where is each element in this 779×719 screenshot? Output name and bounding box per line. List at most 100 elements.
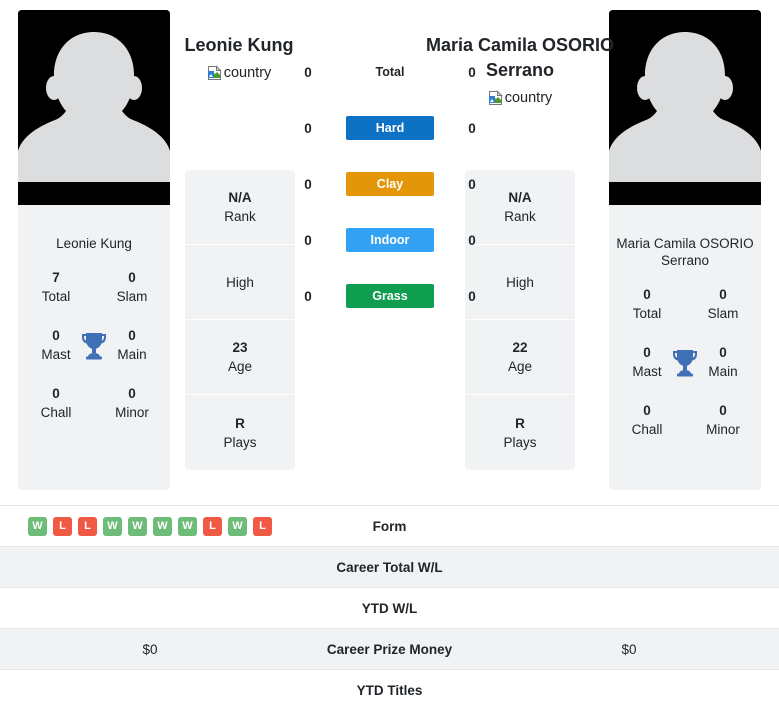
info-label: Plays xyxy=(223,434,257,450)
form-badge-win: W xyxy=(28,516,47,536)
titles-value: 0 xyxy=(719,403,727,418)
titles-label: Slam xyxy=(707,306,739,321)
surface-badge-grass: Grass xyxy=(346,284,434,308)
form-badge-win: W xyxy=(103,516,122,536)
titles-label: Chall xyxy=(631,422,663,437)
info-label: High xyxy=(506,274,534,290)
player-left-titles-grid: 7 Total 0 Slam 0 Mast 0 Main 0 Chall 0 M… xyxy=(18,268,170,422)
titles-label: Total xyxy=(632,306,662,321)
titles-cell: 0 Chall xyxy=(609,401,685,439)
player-left-avatar-name: Leonie Kung xyxy=(56,236,132,251)
info-label: Plays xyxy=(503,434,537,450)
titles-value: 7 xyxy=(52,270,60,285)
info-row-high: High xyxy=(185,245,295,320)
player-right-avatar xyxy=(609,10,761,222)
career-prize-money-right: $0 xyxy=(621,641,637,657)
surface-badge-clay: Clay xyxy=(346,172,434,196)
info-row-age: 22 Age xyxy=(465,320,575,395)
surface-row-grass: 0 Grass 0 xyxy=(295,284,485,308)
surface-left-value: 0 xyxy=(304,120,312,136)
surface-row-total: 0 Total 0 xyxy=(295,60,485,84)
player-right-titles-grid: 0 Total 0 Slam 0 Mast 0 Main 0 Chall 0 M… xyxy=(609,285,761,439)
surface-row-clay: 0 Clay 0 xyxy=(295,172,485,196)
info-label: Age xyxy=(227,359,253,374)
player-right-card: Maria Camila OSORIO Serrano 0 Total 0 Sl… xyxy=(609,10,761,490)
titles-label: Minor xyxy=(115,405,149,420)
titles-cell: 0 Chall xyxy=(18,384,94,422)
form-badge-win: W xyxy=(178,516,197,536)
info-row-plays: R Plays xyxy=(185,395,295,470)
form-badge-win: W xyxy=(128,516,147,536)
table-row-ytd-titles: YTD Titles xyxy=(0,669,779,710)
titles-value: 0 xyxy=(128,386,136,401)
surface-breakdown: 0 Total 0 0 Hard 0 0 Clay 0 0 Indoor 0 0… xyxy=(295,60,485,308)
form-badge-win: W xyxy=(153,516,172,536)
form-badge-loss: L xyxy=(78,516,97,536)
player-left-info-panel: N/A Rank High 23 Age R Plays xyxy=(185,170,295,470)
titles-value: 0 xyxy=(643,287,651,302)
table-row-career-prize-money: $0 Career Prize Money $0 xyxy=(0,628,779,669)
broken-image-icon xyxy=(207,65,223,81)
row-label: YTD Titles xyxy=(356,682,423,698)
titles-label: Chall xyxy=(40,405,72,420)
surface-left-value: 0 xyxy=(304,176,312,192)
trophy-icon xyxy=(672,347,698,377)
info-value: N/A xyxy=(228,190,252,205)
surface-row-indoor: 0 Indoor 0 xyxy=(295,228,485,252)
trophy-icon xyxy=(81,330,107,360)
row-label: YTD W/L xyxy=(361,600,418,616)
info-label: Age xyxy=(507,359,533,374)
info-label: Rank xyxy=(504,209,536,224)
surface-right-value: 0 xyxy=(468,288,476,304)
form-badge-loss: L xyxy=(203,516,222,536)
surface-badge-hard: Hard xyxy=(346,116,434,140)
player-left-flag-alt: country xyxy=(223,65,272,81)
row-label: Career Total W/L xyxy=(336,559,443,575)
player-left-name: Leonie Kung xyxy=(184,35,294,55)
info-value: 23 xyxy=(232,340,248,355)
surface-badge-indoor: Indoor xyxy=(346,228,434,252)
row-label: Form xyxy=(372,518,407,534)
surface-badge-total: Total xyxy=(375,65,405,79)
form-badge-win: W xyxy=(228,516,247,536)
info-value: N/A xyxy=(508,190,532,205)
player-right-avatar-name: Maria Camila OSORIO Serrano xyxy=(616,236,754,268)
titles-label: Slam xyxy=(116,289,148,304)
form-badge-loss: L xyxy=(53,516,72,536)
titles-cell: 0 Slam xyxy=(94,268,170,306)
surface-right-value: 0 xyxy=(468,64,476,80)
surface-left-value: 0 xyxy=(304,64,312,80)
broken-image-icon xyxy=(488,90,504,106)
titles-value: 0 xyxy=(719,287,727,302)
player-left-card: Leonie Kung 7 Total 0 Slam 0 Mast 0 Main… xyxy=(18,10,170,490)
info-value: R xyxy=(235,415,245,431)
info-label: Rank xyxy=(224,209,256,224)
titles-label: Minor xyxy=(706,422,740,437)
info-row-plays: R Plays xyxy=(465,395,575,470)
titles-cell: 0 Total xyxy=(609,285,685,323)
surface-row-hard: 0 Hard 0 xyxy=(295,116,485,140)
table-row-form: WLLWWWWLWL Form xyxy=(0,505,779,546)
surface-left-value: 0 xyxy=(304,288,312,304)
comparison-table: WLLWWWWLWL Form Career Total W/L YTD W/L… xyxy=(0,505,779,710)
titles-cell: 0 Slam xyxy=(685,285,761,323)
info-value: R xyxy=(515,415,525,431)
surface-left-value: 0 xyxy=(304,232,312,248)
player-comparison-header: Leonie Kung 7 Total 0 Slam 0 Mast 0 Main… xyxy=(0,0,779,497)
titles-cell: 0 Minor xyxy=(94,384,170,422)
titles-label: Total xyxy=(41,289,71,304)
surface-right-value: 0 xyxy=(468,176,476,192)
table-row-career-total-wl: Career Total W/L xyxy=(0,546,779,587)
form-badge-loss: L xyxy=(253,516,272,536)
form-badge-list: WLLWWWWLWL xyxy=(0,516,300,536)
info-row-rank: N/A Rank xyxy=(185,170,295,245)
row-label: Career Prize Money xyxy=(326,641,453,657)
titles-cell: 0 Minor xyxy=(685,401,761,439)
table-row-ytd-wl: YTD W/L xyxy=(0,587,779,628)
player-right-flag-alt: country xyxy=(504,90,553,106)
career-prize-money-left: $0 xyxy=(142,641,158,657)
surface-right-value: 0 xyxy=(468,232,476,248)
titles-value: 0 xyxy=(128,270,136,285)
titles-value: 0 xyxy=(52,386,60,401)
titles-cell: 7 Total xyxy=(18,268,94,306)
